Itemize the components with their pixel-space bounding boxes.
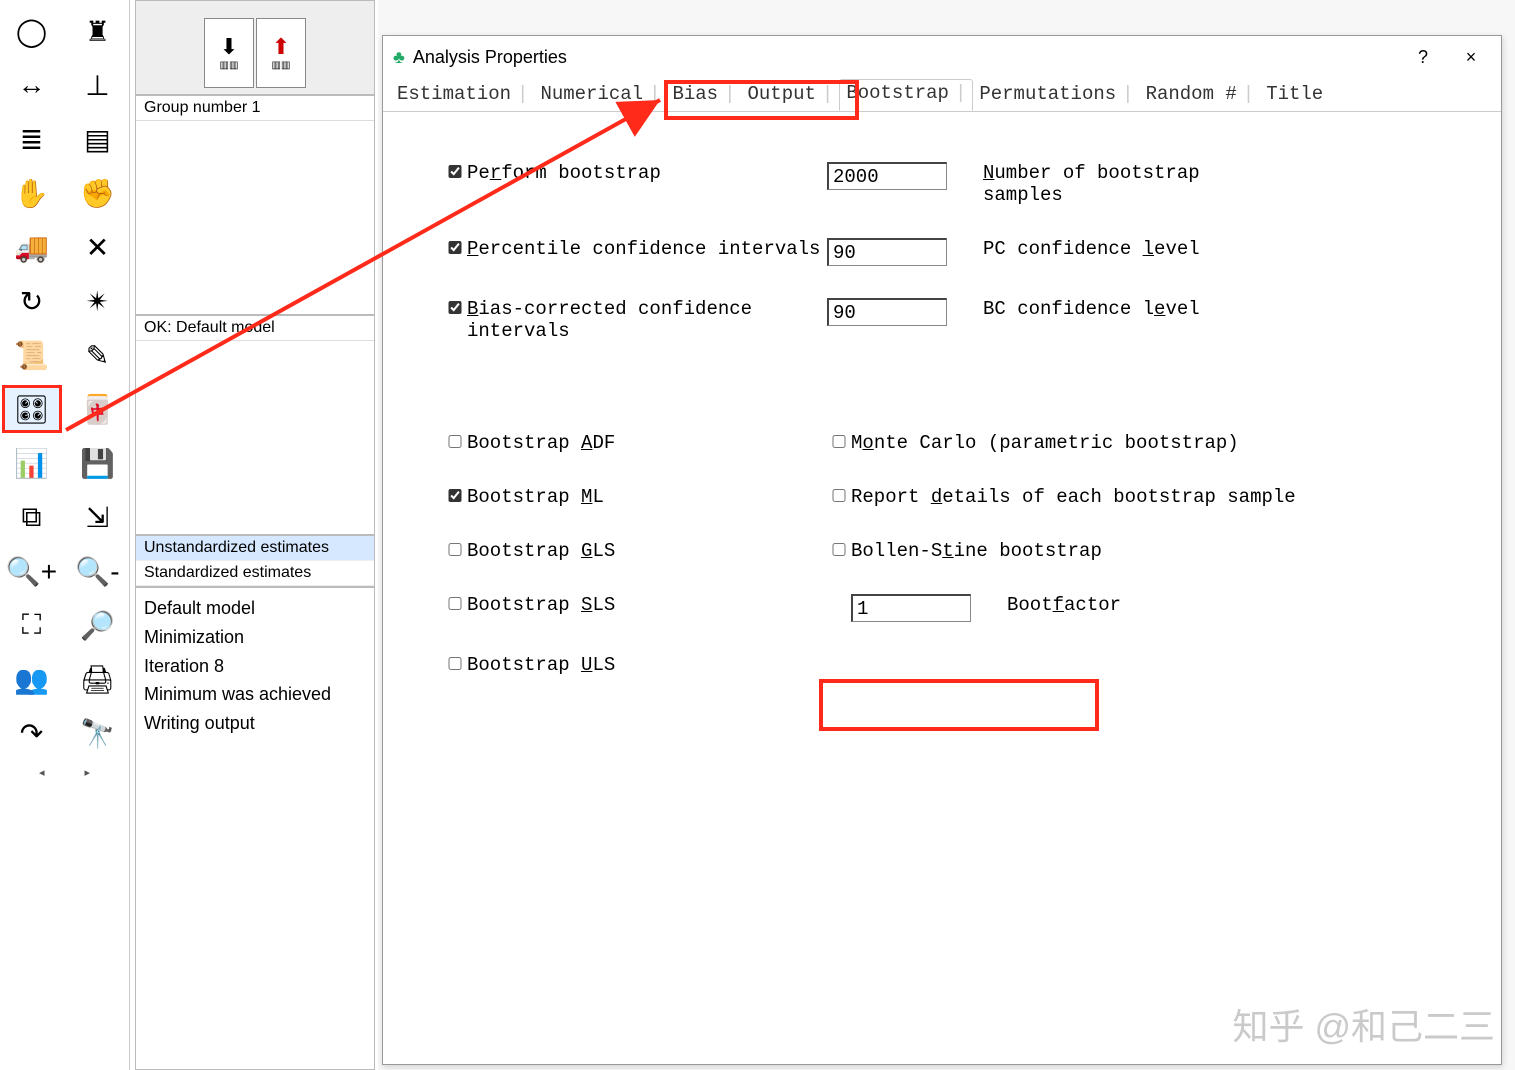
bollen-stine-label: Bollen-Stine bootstrap xyxy=(851,540,1102,562)
help-button[interactable]: ? xyxy=(1403,47,1443,68)
tab-estimation[interactable]: Estimation xyxy=(391,81,534,111)
report-details-label: Report details of each bootstrap sample xyxy=(851,486,1296,508)
spreadsheet-tool[interactable]: 📊 xyxy=(3,440,61,486)
tab-title[interactable]: Title xyxy=(1260,81,1329,111)
indicator-tool[interactable]: ♜ xyxy=(69,8,127,54)
scroll-tool[interactable]: 📜 xyxy=(3,332,61,378)
hand-move-tool[interactable]: ✊ xyxy=(69,170,127,216)
percentile-ci-checkbox[interactable] xyxy=(443,241,467,254)
estimates-row[interactable]: Standardized estimates xyxy=(136,561,374,586)
log-line: Minimization xyxy=(144,623,366,652)
bootstrap-ml-checkbox[interactable] xyxy=(443,489,467,502)
estimates-panel: Unstandardized estimates Standardized es… xyxy=(135,535,375,587)
percentile-ci-label: Percentile confidence intervals xyxy=(467,238,827,260)
dialog-titlebar: ♣ Analysis Properties ? × xyxy=(383,36,1501,78)
watermark: 知乎 @和己二三 xyxy=(1232,998,1495,1050)
zoom-in-tool[interactable]: 🔍+ xyxy=(3,548,61,594)
zoom-locate-tool[interactable]: 🔎 xyxy=(69,602,127,648)
bootstrap-adf-checkbox[interactable] xyxy=(443,435,467,448)
double-arrow-tool[interactable]: ↔ xyxy=(3,62,61,108)
report-details-checkbox[interactable] xyxy=(827,489,851,502)
bootfactor-label: Bootfactor xyxy=(1007,594,1121,616)
tab-numerical[interactable]: Numerical xyxy=(534,81,666,111)
binoculars-tool[interactable]: 🔭 xyxy=(69,710,127,756)
log-line: Default model xyxy=(144,594,366,623)
dialog-icon: ♣ xyxy=(393,47,405,68)
bootstrap-ml-label: Bootstrap ML xyxy=(467,486,827,508)
tool-palette: ◯♜↔⊥≣▤✋✊🚚✕↻✴📜✎🎛🀄📊💾⧉⇲🔍+🔍-⛶🔎👥🖨↷🔭 ◂ ▸ xyxy=(0,0,130,1070)
fit-page-tool[interactable]: ⛶ xyxy=(3,602,61,648)
left-panels: ⬇▥▥ ⬆▥▥ Group number 1 OK: Default model… xyxy=(135,0,375,1070)
tab-permutations[interactable]: Permutations xyxy=(973,81,1139,111)
bias-corrected-ci-checkbox[interactable] xyxy=(443,301,467,314)
dialog-title: Analysis Properties xyxy=(413,47,567,68)
estimates-row[interactable]: Unstandardized estimates xyxy=(136,536,374,561)
log-line: Iteration 8 xyxy=(144,652,366,681)
annotation-highlight-bootfactor xyxy=(819,679,1099,731)
abacus-tool[interactable]: 🀄 xyxy=(69,386,127,432)
monte-carlo-checkbox[interactable] xyxy=(827,435,851,448)
bootstrap-uls-label: Bootstrap ULS xyxy=(467,654,827,676)
log-line: Minimum was achieved xyxy=(144,680,366,709)
copy-path-tool[interactable]: ⇲ xyxy=(69,494,127,540)
analysis-properties-dialog: ♣ Analysis Properties ? × EstimationNume… xyxy=(382,35,1502,1065)
save-tool[interactable]: 💾 xyxy=(69,440,127,486)
dialog-tabs: EstimationNumericalBiasOutputBootstrapPe… xyxy=(383,78,1501,112)
models-panel: OK: Default model xyxy=(135,315,375,535)
rotate-tool[interactable]: ↻ xyxy=(3,278,61,324)
cross-tool[interactable]: ✕ xyxy=(69,224,127,270)
close-button[interactable]: × xyxy=(1451,47,1491,68)
redo-tool[interactable]: ↷ xyxy=(3,710,61,756)
chevron-left-icon[interactable]: ◂ xyxy=(39,766,45,779)
chevron-right-icon[interactable]: ▸ xyxy=(85,766,91,779)
thumbnail-input[interactable]: ⬇▥▥ xyxy=(204,18,254,88)
analysis-properties-tool[interactable]: 🎛 xyxy=(3,386,61,432)
bootstrap-sls-label: Bootstrap SLS xyxy=(467,594,827,616)
bc-confidence-label: BC confidence level xyxy=(983,298,1200,320)
bootfactor-input[interactable] xyxy=(851,594,971,622)
hand-select-tool[interactable]: ✋ xyxy=(3,170,61,216)
zoom-out-tool[interactable]: 🔍- xyxy=(69,548,127,594)
groups-panel: Group number 1 xyxy=(135,95,375,315)
tool-grid: ◯♜↔⊥≣▤✋✊🚚✕↻✴📜✎🎛🀄📊💾⧉⇲🔍+🔍-⛶🔎👥🖨↷🔭 xyxy=(0,4,131,760)
bootstrap-samples-label: Number of bootstrapsamples xyxy=(983,162,1200,206)
bootstrap-uls-checkbox[interactable] xyxy=(443,657,467,670)
pc-confidence-label: PC confidence level xyxy=(983,238,1200,260)
pen-tool[interactable]: ✎ xyxy=(69,332,127,378)
bootstrap-tab-body: Perform bootstrap Number of bootstrapsam… xyxy=(383,112,1501,758)
perform-bootstrap-checkbox[interactable] xyxy=(443,165,467,178)
title-block-tool[interactable]: ≣ xyxy=(3,116,61,162)
tab-random-[interactable]: Random # xyxy=(1140,81,1261,111)
bootstrap-adf-label: Bootstrap ADF xyxy=(467,432,827,454)
models-panel-header[interactable]: OK: Default model xyxy=(136,316,374,341)
copy-diagram-tool[interactable]: ⧉ xyxy=(3,494,61,540)
list-block-tool[interactable]: ▤ xyxy=(69,116,127,162)
truck-tool[interactable]: 🚚 xyxy=(3,224,61,270)
bootstrap-gls-checkbox[interactable] xyxy=(443,543,467,556)
perform-bootstrap-label: Perform bootstrap xyxy=(467,162,827,184)
pc-confidence-input[interactable] xyxy=(827,238,947,266)
groups-panel-header[interactable]: Group number 1 xyxy=(136,96,374,121)
annotation-highlight-tabs xyxy=(664,80,859,120)
computation-log: Default model Minimization Iteration 8 M… xyxy=(135,587,375,1070)
bc-confidence-input[interactable] xyxy=(827,298,947,326)
error-term-tool[interactable]: ⊥ xyxy=(69,62,127,108)
bootstrap-gls-label: Bootstrap GLS xyxy=(467,540,827,562)
bootstrap-samples-input[interactable] xyxy=(827,162,947,190)
bootstrap-sls-checkbox[interactable] xyxy=(443,597,467,610)
monte-carlo-label: Monte Carlo (parametric bootstrap) xyxy=(851,432,1239,454)
color-diagram-tool[interactable]: ✴ xyxy=(69,278,127,324)
bollen-stine-checkbox[interactable] xyxy=(827,543,851,556)
copy-groups-tool[interactable]: 👥 xyxy=(3,656,61,702)
ellipse-tool[interactable]: ◯ xyxy=(3,8,61,54)
bias-corrected-ci-label: Bias-corrected confidenceintervals xyxy=(467,298,827,342)
tab-bootstrap[interactable]: Bootstrap xyxy=(839,79,973,111)
print-tool[interactable]: 🖨 xyxy=(69,656,127,702)
thumbnail-output[interactable]: ⬆▥▥ xyxy=(256,18,306,88)
log-line: Writing output xyxy=(144,709,366,738)
model-thumbnails: ⬇▥▥ ⬆▥▥ xyxy=(135,0,375,95)
